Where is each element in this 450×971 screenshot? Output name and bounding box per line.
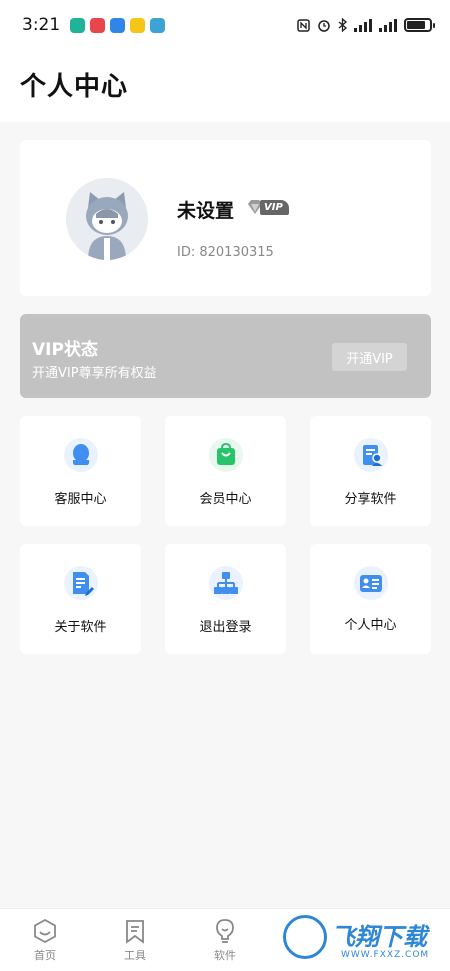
grid-item-label: 客服中心	[54, 492, 107, 507]
org-chart-icon	[209, 566, 243, 600]
app-notification-icon	[90, 17, 106, 33]
signal-icon	[379, 18, 397, 32]
user-id: ID: 820130315	[177, 245, 274, 260]
profile-card[interactable]: 未设置 VIP ID: 820130315	[20, 140, 431, 296]
vip-status-card: VIP状态 开通VIP尊享所有权益 开通VIP	[20, 314, 431, 398]
home-icon	[34, 918, 56, 944]
bluetooth-icon	[338, 18, 347, 32]
watermark-logo-icon	[283, 915, 327, 959]
open-vip-button[interactable]: 开通VIP	[332, 343, 407, 371]
grid-item-about-software[interactable]: 关于软件	[20, 544, 141, 654]
grid-item-logout[interactable]: 退出登录	[165, 544, 286, 654]
vip-status-title: VIP状态	[32, 340, 98, 360]
grid-item-personal-center[interactable]: 个人中心	[310, 544, 431, 654]
grid-item-customer-service[interactable]: 客服中心	[20, 416, 141, 526]
status-bar: 3:21	[0, 0, 450, 50]
watermark-subtext: WWW.FXXZ.COM	[341, 950, 430, 960]
document-edit-icon	[64, 566, 98, 600]
customer-service-icon	[64, 438, 98, 472]
grid-item-member-center[interactable]: 会员中心	[165, 416, 286, 526]
bookmark-icon	[126, 920, 144, 944]
status-app-icons	[70, 17, 166, 33]
signal-icon	[354, 18, 372, 32]
avatar[interactable]	[66, 178, 148, 260]
share-document-icon	[354, 438, 388, 472]
app-notification-icon	[130, 17, 146, 33]
vip-tag: VIP	[260, 199, 289, 215]
id-card-icon	[354, 566, 388, 600]
page-title: 个人中心	[20, 72, 129, 102]
watermark-logo: 飞翔下载 WWW.FXXZ.COM	[283, 912, 443, 962]
grid-item-share-software[interactable]: 分享软件	[310, 416, 431, 526]
grid-item-label: 个人中心	[344, 618, 397, 633]
status-indicators	[297, 18, 435, 32]
app-notification-icon	[70, 17, 86, 33]
vip-status-subtitle: 开通VIP尊享所有权益	[32, 366, 157, 381]
grid-item-label: 退出登录	[199, 620, 252, 635]
vip-badge: VIP	[246, 197, 289, 217]
app-notification-icon	[150, 17, 166, 33]
battery-icon	[404, 18, 435, 32]
profile-nickname: 未设置	[177, 200, 235, 222]
avatar-cat-icon	[66, 178, 148, 260]
watermark-text: 飞翔下载	[331, 923, 427, 951]
app-notification-icon	[110, 17, 126, 33]
nfc-icon	[297, 18, 310, 32]
tab-label: 工具	[124, 949, 146, 962]
tab-home[interactable]: 首页	[0, 909, 90, 971]
tab-label: 首页	[34, 949, 56, 962]
grid-item-label: 分享软件	[344, 492, 397, 507]
tab-label: 软件	[214, 949, 236, 962]
tab-tools[interactable]: 工具	[90, 909, 180, 971]
status-time: 3:21	[22, 15, 61, 35]
shopping-bag-icon	[209, 438, 243, 472]
tab-software[interactable]: 软件	[180, 909, 270, 971]
alarm-icon	[318, 20, 330, 32]
lightbulb-icon	[216, 919, 234, 943]
main-content: 未设置 VIP ID: 820130315 VIP状态 开通VIP尊享所有权益 …	[0, 122, 450, 908]
grid-item-label: 关于软件	[54, 620, 107, 635]
grid-item-label: 会员中心	[199, 492, 252, 507]
